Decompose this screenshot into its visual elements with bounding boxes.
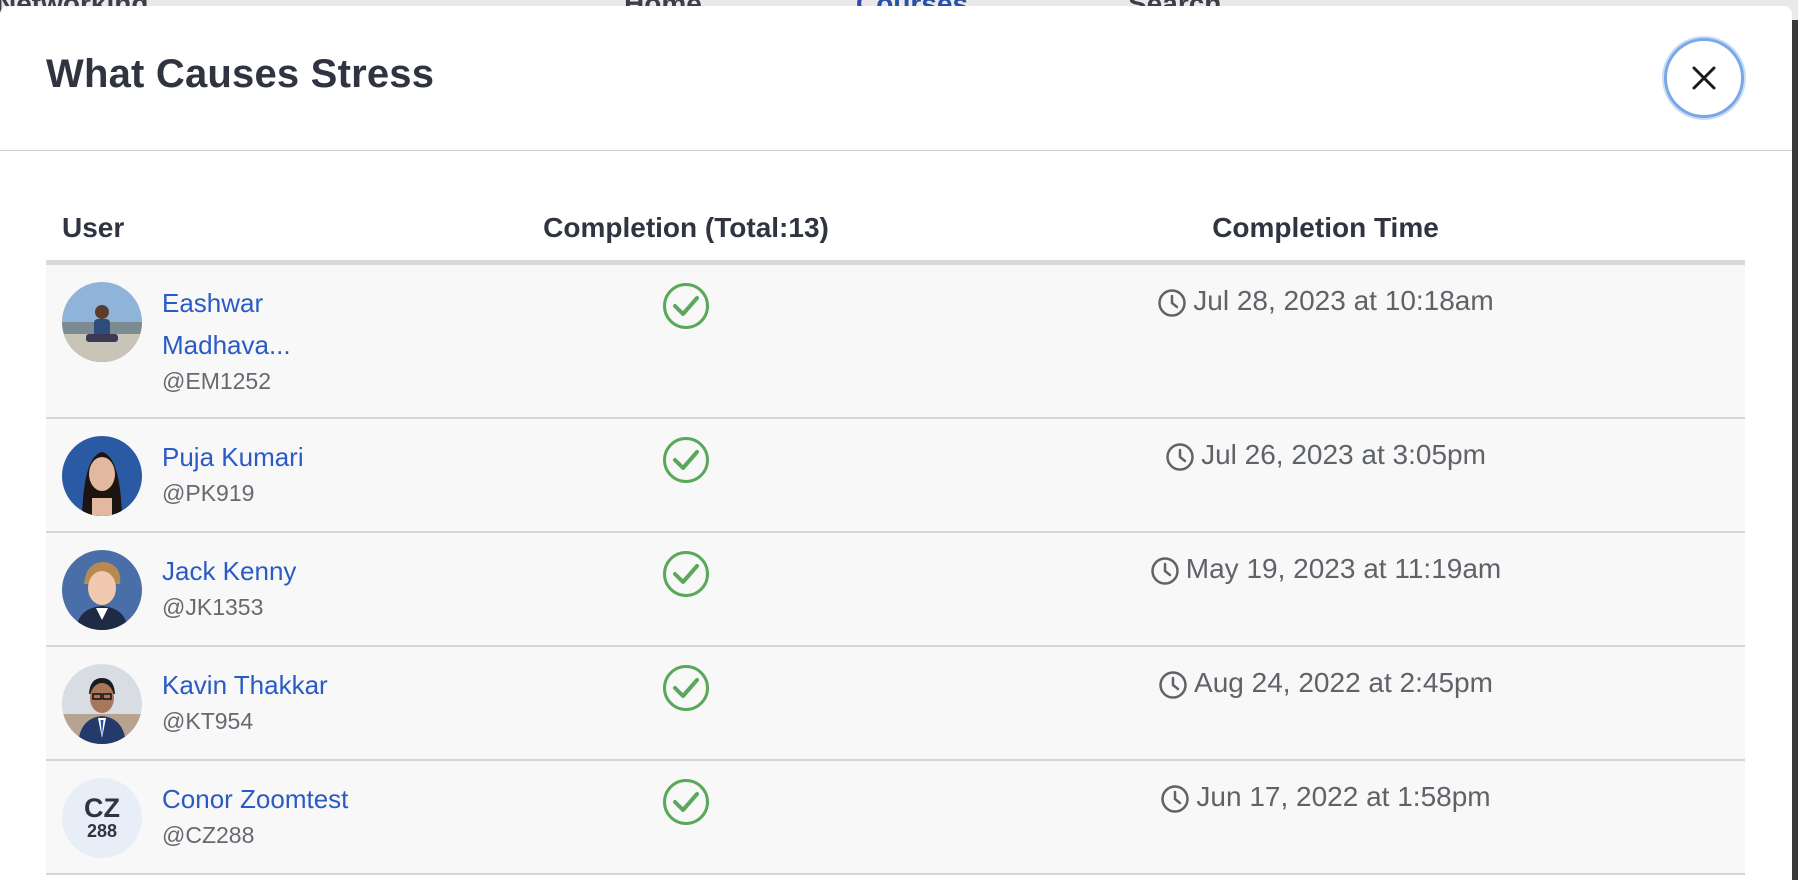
header-completion: Completion (Total:13): [543, 212, 829, 243]
user-handle: @JK1353: [162, 594, 264, 620]
completion-time-cell: Jul 26, 2023 at 3:05pm: [906, 419, 1745, 531]
modal-header: What Causes Stress: [0, 6, 1792, 151]
avatar-number: 288: [86, 821, 118, 841]
close-icon: [1692, 66, 1716, 90]
close-button[interactable]: [1664, 38, 1744, 118]
table-row: Jack Kenny @JK1353 May 19, 2023 at 11:19…: [46, 533, 1745, 647]
completion-modal: What Causes Stress User Completion (Tota…: [0, 6, 1792, 880]
avatar[interactable]: [62, 436, 142, 516]
initials-avatar[interactable]: CZ 288: [62, 778, 142, 858]
table-row: CZ 288 Conor Zoomtest @CZ288 Jun 17, 202…: [46, 761, 1745, 875]
user-name-link[interactable]: Jack Kenny: [162, 550, 362, 592]
header-user: User: [62, 212, 125, 243]
user-handle: @EM1252: [162, 368, 272, 394]
completion-time-cell: May 19, 2023 at 11:19am: [906, 533, 1745, 645]
check-circle-icon: [663, 779, 709, 825]
completion-cell: [466, 419, 906, 531]
completion-time: Aug 24, 2022 at 2:45pm: [1194, 667, 1493, 698]
user-cell: CZ 288 Conor Zoomtest @CZ288: [46, 761, 466, 873]
check-circle-icon: [663, 665, 709, 711]
table-header: User Completion (Total:13) Completion Ti…: [46, 196, 1745, 265]
clock-icon: [1151, 557, 1179, 585]
check-circle-icon: [663, 437, 709, 483]
user-name-line1: Eashwar: [162, 288, 264, 318]
table-row: Kavin Thakkar @KT954 Aug 24, 2022 at 2:4…: [46, 647, 1745, 761]
completion-cell: [466, 761, 906, 873]
user-handle: @PK919: [162, 480, 255, 506]
completion-time: Jul 26, 2023 at 3:05pm: [1201, 439, 1486, 470]
avatar[interactable]: [62, 282, 142, 362]
user-cell: Puja Kumari @PK919: [46, 419, 466, 531]
completion-cell: [466, 265, 906, 417]
modal-title: What Causes Stress: [46, 52, 435, 96]
check-circle-icon: [663, 551, 709, 597]
avatar[interactable]: [62, 664, 142, 744]
user-info: Conor Zoomtest @CZ288: [162, 778, 422, 873]
clock-icon: [1161, 785, 1190, 813]
table-row: Puja Kumari @PK919 Jul 26, 2023 at 3:05p…: [46, 419, 1745, 533]
user-info: Jack Kenny @JK1353: [162, 550, 362, 645]
avatar[interactable]: [62, 550, 142, 630]
table-row: Eashwar Madhava... @EM1252 Jul 28, 2023 …: [46, 265, 1745, 419]
clock-icon: [1159, 671, 1187, 699]
completion-time-cell: Jun 17, 2022 at 1:58pm: [906, 761, 1745, 873]
user-name-link[interactable]: Kavin Thakkar: [162, 664, 362, 706]
completion-time: Jul 28, 2023 at 10:18am: [1193, 285, 1494, 316]
completion-table: User Completion (Total:13) Completion Ti…: [46, 196, 1745, 875]
completion-cell: [466, 647, 906, 759]
user-info: Kavin Thakkar @KT954: [162, 664, 362, 759]
completion-time: Jun 17, 2022 at 1:58pm: [1196, 781, 1491, 812]
avatar-initials: CZ: [84, 793, 120, 823]
user-name-link[interactable]: Conor Zoomtest: [162, 778, 422, 820]
user-info: Puja Kumari @PK919: [162, 436, 362, 531]
clock-icon: [1158, 289, 1187, 317]
user-cell: Jack Kenny @JK1353: [46, 533, 466, 645]
user-name-link[interactable]: Eashwar Madhava...: [162, 282, 362, 366]
completion-cell: [466, 533, 906, 645]
completion-time-cell: Jul 28, 2023 at 10:18am: [906, 265, 1745, 417]
user-cell: Kavin Thakkar @KT954: [46, 647, 466, 759]
check-circle-icon: [663, 283, 709, 329]
user-cell: Eashwar Madhava... @EM1252: [46, 265, 466, 417]
completion-time-cell: Aug 24, 2022 at 2:45pm: [906, 647, 1745, 759]
user-handle: @KT954: [162, 708, 254, 734]
header-completion-time: Completion Time: [1212, 212, 1439, 243]
clock-icon: [1166, 443, 1194, 471]
completion-time: May 19, 2023 at 11:19am: [1185, 553, 1502, 584]
user-name-line2: Madhava...: [162, 330, 291, 360]
user-info: Eashwar Madhava... @EM1252: [162, 282, 362, 417]
user-name-link[interactable]: Puja Kumari: [162, 436, 362, 478]
user-handle: @CZ288: [162, 822, 255, 848]
